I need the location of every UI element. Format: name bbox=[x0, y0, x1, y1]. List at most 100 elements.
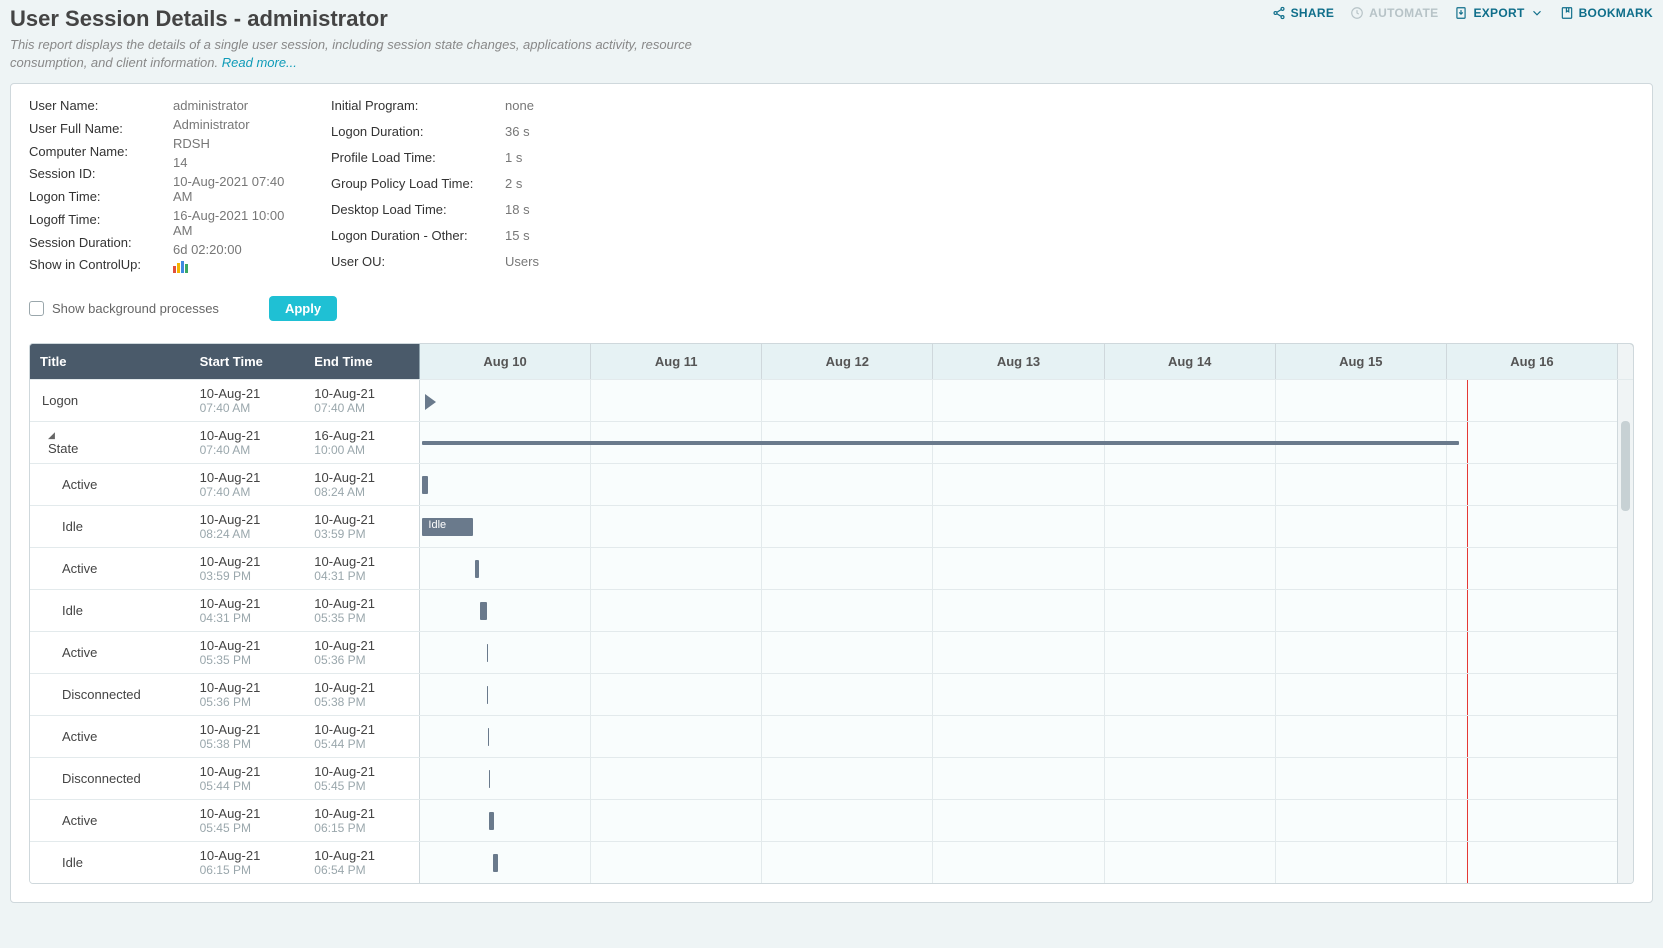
values1-2: RDSH bbox=[173, 136, 303, 151]
header-actions: SHARE AUTOMATE EXPORT BOOKMARK bbox=[1272, 6, 1653, 20]
col-title[interactable]: Title bbox=[30, 344, 190, 379]
share-button[interactable]: SHARE bbox=[1272, 6, 1335, 20]
scroll-thumb[interactable] bbox=[1621, 421, 1630, 511]
timeline-bar[interactable] bbox=[487, 686, 488, 704]
labels1-4: Logon Time: bbox=[29, 189, 159, 208]
table-row[interactable]: Idle10-Aug-2108:24 AM10-Aug-2103:59 PMId… bbox=[30, 505, 1633, 547]
labels1-0: User Name: bbox=[29, 98, 159, 117]
timeline-bar[interactable] bbox=[487, 644, 488, 662]
read-more-link[interactable]: Read more... bbox=[222, 55, 297, 70]
row-end: 10-Aug-2105:38 PM bbox=[304, 674, 419, 715]
row-timeline bbox=[420, 380, 1617, 421]
table-row[interactable]: Disconnected 10-Aug-2105:36 PM10-Aug-2105… bbox=[30, 673, 1633, 715]
labels2-3: Group Policy Load Time: bbox=[331, 176, 491, 198]
col-start[interactable]: Start Time bbox=[190, 344, 305, 379]
table-row[interactable]: Active10-Aug-2105:35 PM10-Aug-2105:36 PM bbox=[30, 631, 1633, 673]
collapse-caret-icon[interactable]: ◢ bbox=[48, 430, 177, 441]
values2-5: 15 s bbox=[505, 228, 585, 250]
timeline-bar[interactable] bbox=[493, 854, 498, 872]
row-title-text: Active bbox=[62, 813, 180, 828]
table-row[interactable]: Active10-Aug-2105:38 PM10-Aug-2105:44 PM bbox=[30, 715, 1633, 757]
day-header-0[interactable]: Aug 10 bbox=[420, 344, 591, 379]
table-row[interactable]: Disconnected10-Aug-2105:44 PM10-Aug-2105… bbox=[30, 757, 1633, 799]
row-left: Disconnected10-Aug-2105:44 PM10-Aug-2105… bbox=[30, 758, 420, 799]
chevron-down-icon[interactable] bbox=[1530, 6, 1544, 20]
values1-6: 6d 02:20:00 bbox=[173, 242, 303, 257]
export-button[interactable]: EXPORT bbox=[1454, 6, 1543, 20]
timeline-bar[interactable] bbox=[480, 602, 487, 620]
now-line bbox=[1467, 674, 1468, 715]
details-labels-2: Initial Program:Logon Duration:Profile L… bbox=[331, 98, 491, 276]
grid-body: Logon10-Aug-2107:40 AM10-Aug-2107:40 AM◢… bbox=[30, 379, 1633, 883]
page-subtitle: This report displays the details of a si… bbox=[10, 36, 730, 71]
bookmark-icon bbox=[1560, 6, 1574, 20]
page: User Session Details - administrator Thi… bbox=[0, 0, 1663, 903]
timeline-bar[interactable] bbox=[488, 728, 489, 746]
row-start: 10-Aug-2105:35 PM bbox=[190, 632, 305, 673]
page-title: User Session Details - administrator bbox=[10, 6, 730, 32]
timeline-bar[interactable] bbox=[489, 770, 490, 788]
grid-header-days: Aug 10Aug 11Aug 12Aug 13Aug 14Aug 15Aug … bbox=[420, 344, 1617, 379]
row-start: 10-Aug-2105:38 PM bbox=[190, 716, 305, 757]
row-title: Active bbox=[30, 716, 190, 757]
day-header-1[interactable]: Aug 11 bbox=[591, 344, 762, 379]
col-end[interactable]: End Time bbox=[304, 344, 419, 379]
row-title-text: Idle bbox=[62, 603, 180, 618]
labels1-7: Show in ControlUp: bbox=[29, 257, 159, 276]
subtitle-text: This report displays the details of a si… bbox=[10, 37, 692, 70]
row-title: Disconnected bbox=[30, 674, 190, 715]
row-timeline bbox=[420, 800, 1617, 841]
row-left: Disconnected 10-Aug-2105:36 PM10-Aug-2105… bbox=[30, 674, 420, 715]
controlup-icon[interactable] bbox=[173, 261, 188, 273]
table-row[interactable]: Idle 10-Aug-2104:31 PM10-Aug-2105:35 PM bbox=[30, 589, 1633, 631]
row-start: 10-Aug-2105:45 PM bbox=[190, 800, 305, 841]
timeline-bar[interactable] bbox=[489, 812, 493, 830]
apply-button[interactable]: Apply bbox=[269, 296, 337, 321]
day-header-4[interactable]: Aug 14 bbox=[1105, 344, 1276, 379]
row-title-text: Active bbox=[62, 561, 180, 576]
export-label: EXPORT bbox=[1473, 6, 1524, 20]
row-end: 10-Aug-2105:45 PM bbox=[304, 758, 419, 799]
vertical-scrollbar[interactable] bbox=[1617, 417, 1633, 883]
table-row[interactable]: Idle10-Aug-2106:15 PM10-Aug-2106:54 PM bbox=[30, 841, 1633, 883]
table-row[interactable]: Active10-Aug-2103:59 PM10-Aug-2104:31 PM bbox=[30, 547, 1633, 589]
row-title-text: Disconnected bbox=[62, 687, 180, 702]
header-left: User Session Details - administrator Thi… bbox=[10, 6, 730, 71]
logon-marker-icon bbox=[425, 394, 436, 410]
timeline-bar[interactable] bbox=[422, 476, 428, 494]
day-header-2[interactable]: Aug 12 bbox=[762, 344, 933, 379]
values2-3: 2 s bbox=[505, 176, 585, 198]
table-row[interactable]: ◢State10-Aug-2107:40 AM16-Aug-2110:00 AM bbox=[30, 421, 1633, 463]
bookmark-button[interactable]: BOOKMARK bbox=[1560, 6, 1653, 20]
row-left: Active10-Aug-2103:59 PM10-Aug-2104:31 PM bbox=[30, 548, 420, 589]
table-row[interactable]: Active10-Aug-2105:45 PM10-Aug-2106:15 PM bbox=[30, 799, 1633, 841]
row-left: ◢State10-Aug-2107:40 AM16-Aug-2110:00 AM bbox=[30, 422, 420, 463]
now-line bbox=[1467, 548, 1468, 589]
details-values-2: none36 s1 s2 s18 s15 sUsers bbox=[505, 98, 585, 276]
table-row[interactable]: Active10-Aug-2107:40 AM10-Aug-2108:24 AM bbox=[30, 463, 1633, 505]
timeline-bar[interactable] bbox=[475, 560, 479, 578]
row-title-text: Idle bbox=[62, 519, 180, 534]
row-start: 10-Aug-2105:36 PM bbox=[190, 674, 305, 715]
details-grid: User Name:User Full Name:Computer Name:S… bbox=[29, 98, 1634, 276]
day-header-5[interactable]: Aug 15 bbox=[1276, 344, 1447, 379]
row-title-text: State bbox=[48, 441, 180, 456]
checkbox-box[interactable] bbox=[29, 301, 44, 316]
labels1-2: Computer Name: bbox=[29, 144, 159, 163]
checkbox-label: Show background processes bbox=[52, 301, 219, 316]
row-start: 10-Aug-2104:31 PM bbox=[190, 590, 305, 631]
day-header-6[interactable]: Aug 16 bbox=[1447, 344, 1617, 379]
day-header-3[interactable]: Aug 13 bbox=[933, 344, 1104, 379]
table-row[interactable]: Logon10-Aug-2107:40 AM10-Aug-2107:40 AM bbox=[30, 379, 1633, 421]
timeline-bar[interactable] bbox=[422, 441, 1459, 445]
labels1-6: Session Duration: bbox=[29, 235, 159, 254]
row-end: 10-Aug-2105:35 PM bbox=[304, 590, 419, 631]
details-labels-1: User Name:User Full Name:Computer Name:S… bbox=[29, 98, 159, 276]
show-background-checkbox[interactable]: Show background processes bbox=[29, 301, 219, 316]
row-title-text: Disconnected bbox=[62, 771, 180, 786]
timeline-bar[interactable]: Idle bbox=[422, 518, 472, 536]
share-icon bbox=[1272, 6, 1286, 20]
row-start: 10-Aug-2106:15 PM bbox=[190, 842, 305, 883]
values1-3: 14 bbox=[173, 155, 303, 170]
grid-header: Title Start Time End Time Aug 10Aug 11Au… bbox=[30, 344, 1633, 379]
